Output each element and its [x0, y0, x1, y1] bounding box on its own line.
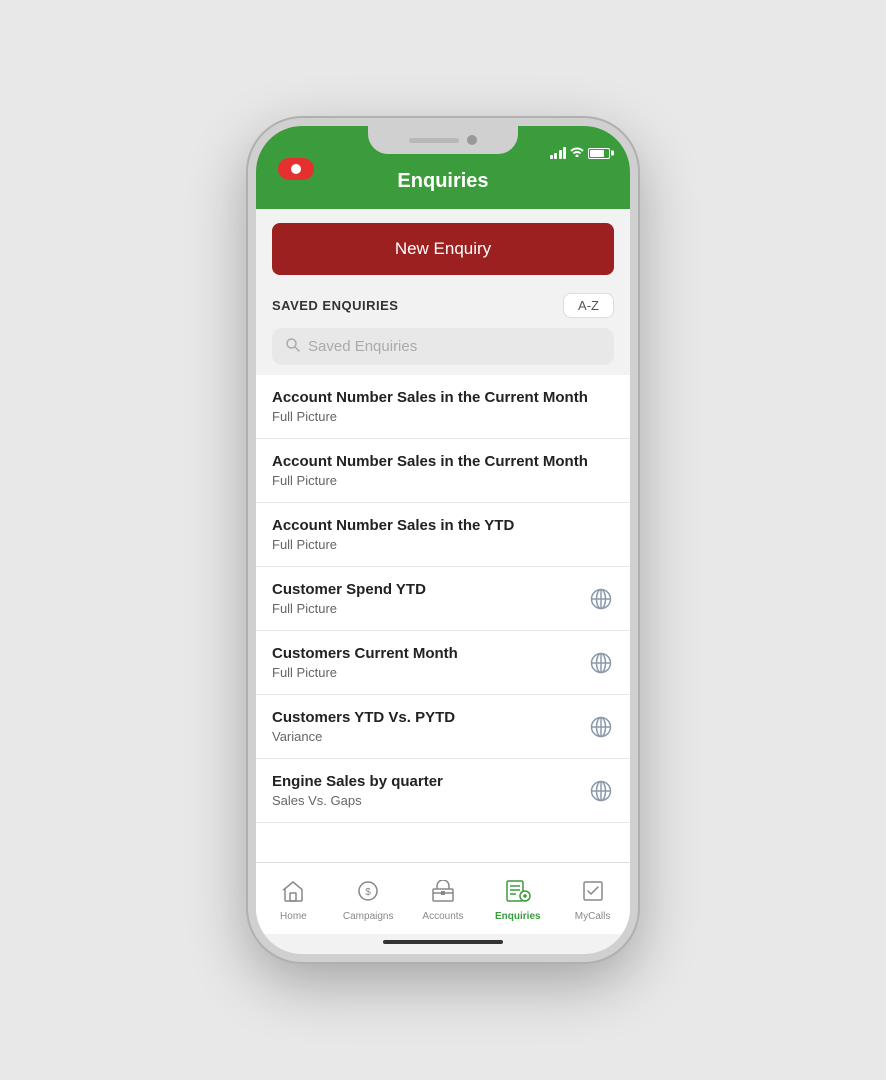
enquiry-item-7[interactable]: Engine Sales by quarter Sales Vs. Gaps [256, 759, 630, 823]
enquiry-title-7: Engine Sales by quarter [272, 773, 588, 790]
signal-icon [550, 147, 567, 159]
enquiry-list: Account Number Sales in the Current Mont… [256, 375, 630, 862]
main-content: New Enquiry SAVED ENQUIRIES A-Z Saved En… [256, 209, 630, 862]
phone-frame: Enquiries New Enquiry SAVED ENQUIRIES A-… [248, 118, 638, 962]
enquiry-subtitle-1: Full Picture [272, 409, 614, 424]
globe-icon-4 [588, 586, 614, 612]
tab-home-label: Home [280, 911, 307, 922]
saved-enquiries-header: SAVED ENQUIRIES A-Z [256, 289, 630, 328]
search-icon [286, 338, 300, 355]
enquiry-text-2: Account Number Sales in the Current Mont… [272, 453, 614, 488]
globe-icon-7 [588, 778, 614, 804]
enquiry-subtitle-3: Full Picture [272, 537, 614, 552]
search-placeholder: Saved Enquiries [308, 338, 417, 355]
tab-accounts-label: Accounts [422, 911, 463, 922]
enquiry-title-5: Customers Current Month [272, 645, 588, 662]
wifi-icon [570, 146, 584, 160]
sort-button[interactable]: A-Z [563, 293, 614, 318]
enquiry-title-6: Customers YTD Vs. PYTD [272, 709, 588, 726]
mycalls-icon [581, 880, 605, 908]
tab-mycalls-label: MyCalls [575, 911, 611, 922]
enquiry-item-3[interactable]: Account Number Sales in the YTD Full Pic… [256, 503, 630, 567]
new-enquiry-button[interactable]: New Enquiry [272, 223, 614, 275]
tab-enquiries-label: Enquiries [495, 911, 541, 922]
enquiries-icon [505, 880, 531, 908]
home-bar [383, 940, 503, 944]
campaigns-icon: $ [356, 880, 380, 908]
globe-icon-6 [588, 714, 614, 740]
enquiry-item-6[interactable]: Customers YTD Vs. PYTD Variance [256, 695, 630, 759]
svg-text:$: $ [365, 887, 371, 898]
tab-enquiries[interactable]: Enquiries [480, 880, 555, 922]
status-bar-area [256, 126, 630, 160]
enquiry-subtitle-4: Full Picture [272, 601, 588, 616]
record-button[interactable] [278, 158, 314, 180]
enquiry-subtitle-7: Sales Vs. Gaps [272, 793, 588, 808]
globe-icon-5 [588, 650, 614, 676]
camera [467, 135, 477, 145]
enquiry-title-4: Customer Spend YTD [272, 581, 588, 598]
tab-campaigns-label: Campaigns [343, 911, 394, 922]
accounts-icon [431, 880, 455, 908]
enquiry-text-4: Customer Spend YTD Full Picture [272, 581, 588, 616]
enquiry-item-4[interactable]: Customer Spend YTD Full Picture [256, 567, 630, 631]
page-title: Enquiries [397, 170, 488, 192]
home-icon [281, 880, 305, 908]
enquiry-title-2: Account Number Sales in the Current Mont… [272, 453, 614, 470]
time-display [276, 140, 336, 146]
notch [368, 126, 518, 154]
enquiry-subtitle-6: Variance [272, 729, 588, 744]
enquiry-text-3: Account Number Sales in the YTD Full Pic… [272, 517, 614, 552]
tab-bar: Home $ Campaigns Accounts [256, 862, 630, 934]
tab-campaigns[interactable]: $ Campaigns [331, 880, 406, 922]
enquiry-text-5: Customers Current Month Full Picture [272, 645, 588, 680]
enquiry-text-7: Engine Sales by quarter Sales Vs. Gaps [272, 773, 588, 808]
record-dot [291, 164, 301, 174]
enquiry-title-3: Account Number Sales in the YTD [272, 517, 614, 534]
enquiry-item-1[interactable]: Account Number Sales in the Current Mont… [256, 375, 630, 439]
tab-home[interactable]: Home [256, 880, 331, 922]
home-indicator [256, 934, 630, 954]
section-label: SAVED ENQUIRIES [272, 298, 398, 313]
enquiry-text-1: Account Number Sales in the Current Mont… [272, 389, 614, 424]
enquiry-title-1: Account Number Sales in the Current Mont… [272, 389, 614, 406]
status-icons [550, 140, 611, 160]
tab-mycalls[interactable]: MyCalls [555, 880, 630, 922]
enquiry-text-6: Customers YTD Vs. PYTD Variance [272, 709, 588, 744]
battery-icon [588, 148, 610, 159]
enquiry-subtitle-5: Full Picture [272, 665, 588, 680]
enquiry-subtitle-2: Full Picture [272, 473, 614, 488]
enquiry-item-2[interactable]: Account Number Sales in the Current Mont… [256, 439, 630, 503]
enquiry-item-5[interactable]: Customers Current Month Full Picture [256, 631, 630, 695]
search-bar[interactable]: Saved Enquiries [272, 328, 614, 365]
speaker [409, 138, 459, 143]
tab-accounts[interactable]: Accounts [406, 880, 481, 922]
